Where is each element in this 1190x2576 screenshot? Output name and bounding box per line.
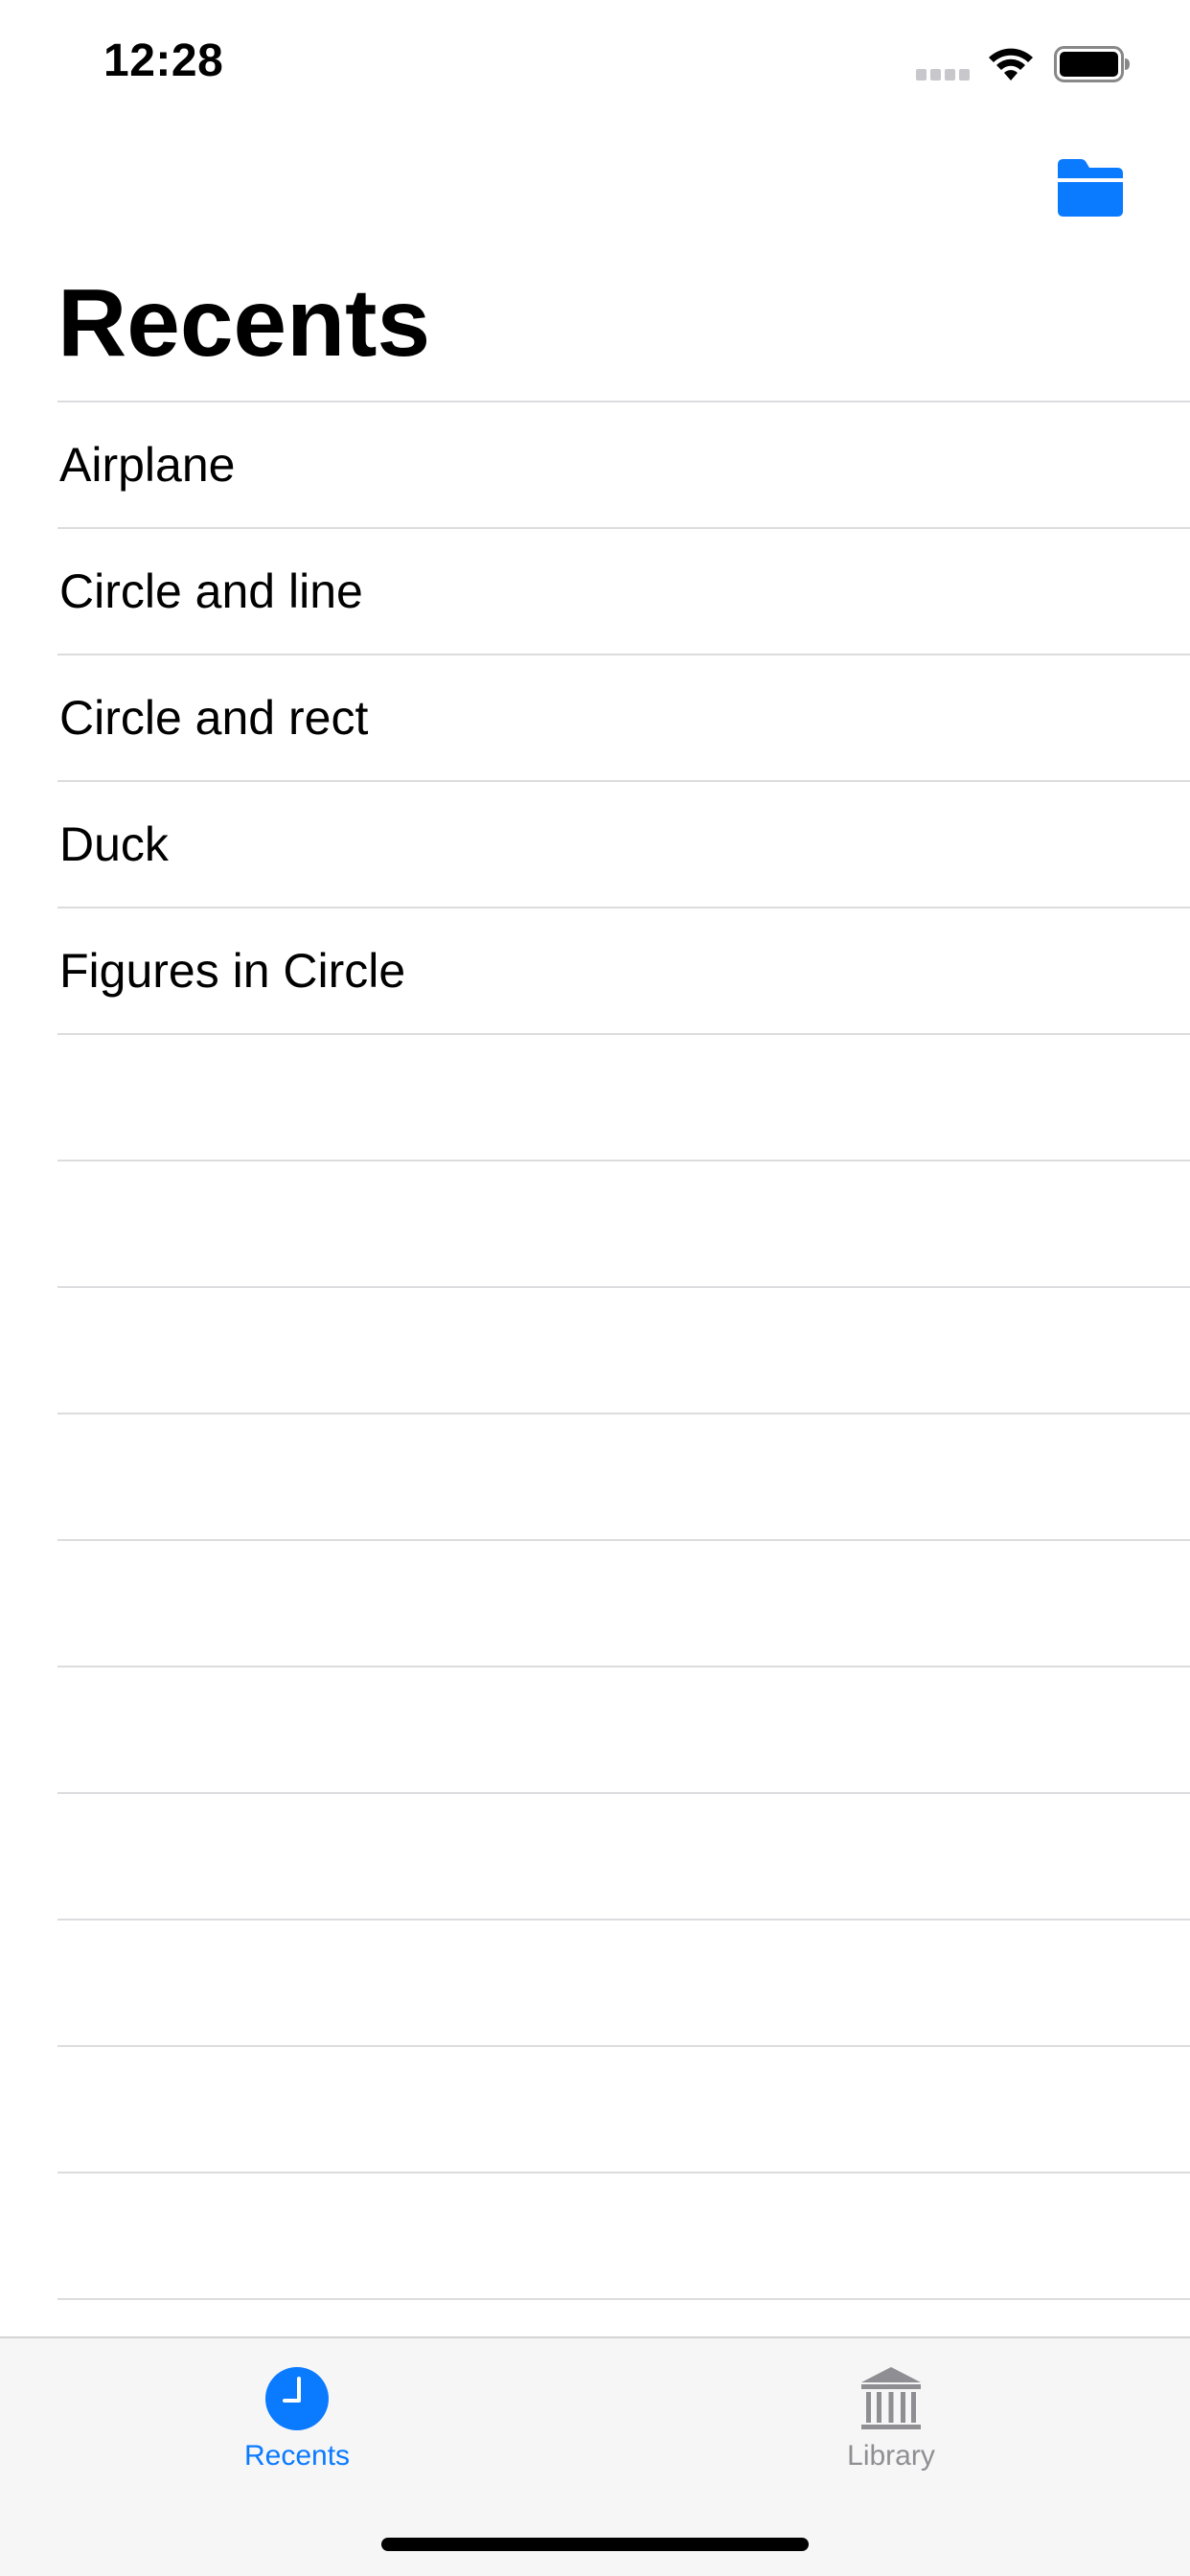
wifi-icon xyxy=(989,48,1033,80)
tab-label: Library xyxy=(847,2440,935,2472)
library-icon xyxy=(861,2367,921,2429)
list-item-label: Duck xyxy=(59,817,169,871)
list-item[interactable]: Circle and line xyxy=(57,527,1190,654)
battery-icon xyxy=(1054,46,1130,82)
page-title: Recents xyxy=(57,269,431,377)
empty-row xyxy=(57,1160,1190,1286)
list-item[interactable]: Circle and rect xyxy=(57,654,1190,780)
tab-recents[interactable]: Recents xyxy=(153,2365,441,2490)
empty-row xyxy=(57,1539,1190,1666)
list-item-label: Figures in Circle xyxy=(59,944,406,998)
empty-row xyxy=(57,1033,1190,1160)
cellular-signal-icon xyxy=(916,69,970,80)
tab-label: Recents xyxy=(243,2440,351,2472)
empty-row xyxy=(57,1919,1190,2045)
empty-row xyxy=(57,1413,1190,1539)
empty-row xyxy=(57,1286,1190,1413)
list-item-label: Circle and line xyxy=(59,564,363,618)
status-bar: 12:28 xyxy=(0,0,1190,126)
tab-library[interactable]: Library xyxy=(747,2365,1035,2490)
list-item[interactable]: Figures in Circle xyxy=(57,907,1190,1033)
empty-row xyxy=(57,2172,1190,2298)
list-item-label: Airplane xyxy=(59,438,236,492)
files-screen: 12:28 Recents Airplane Circle and line C… xyxy=(0,0,1190,2576)
folder-icon[interactable] xyxy=(1054,157,1127,218)
list-item[interactable]: Duck xyxy=(57,780,1190,907)
empty-row xyxy=(57,2045,1190,2172)
clock-icon xyxy=(265,2367,329,2430)
empty-row xyxy=(57,1666,1190,1792)
status-time: 12:28 xyxy=(103,35,224,86)
list-item-label: Circle and rect xyxy=(59,691,369,745)
list-item[interactable]: Airplane xyxy=(57,401,1190,527)
recents-list: Airplane Circle and line Circle and rect… xyxy=(0,401,1190,2425)
empty-row xyxy=(57,1792,1190,1919)
home-indicator-bar[interactable] xyxy=(381,2538,809,2551)
